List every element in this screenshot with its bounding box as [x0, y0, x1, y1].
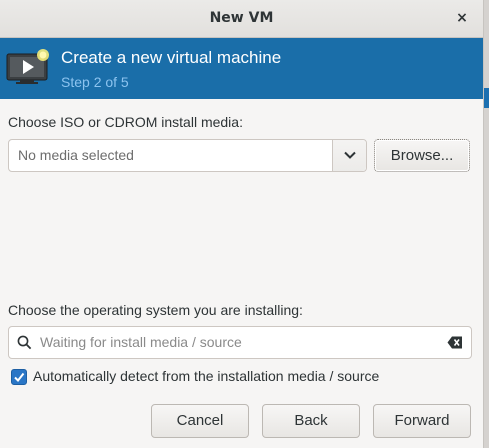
os-search-placeholder: Waiting for install media / source	[40, 334, 242, 350]
back-button[interactable]: Back	[262, 404, 360, 438]
vm-screen-icon	[6, 49, 49, 84]
chevron-down-icon	[344, 151, 356, 159]
close-icon[interactable]: ×	[451, 7, 473, 29]
wizard-heading: Create a new virtual machine	[61, 48, 282, 67]
wizard-step: Step 2 of 5	[61, 74, 129, 90]
browse-button[interactable]: Browse...	[374, 139, 470, 172]
titlebar: New VM ×	[0, 0, 483, 38]
os-search-input[interactable]: Waiting for install media / source	[8, 326, 472, 359]
auto-detect-checkbox[interactable]	[11, 369, 27, 385]
new-vm-dialog: New VM × Create a new virtual machine St…	[0, 0, 484, 448]
background-window-edge	[484, 0, 489, 448]
auto-detect-label[interactable]: Automatically detect from the installati…	[33, 368, 379, 384]
combo-dropdown-button[interactable]	[332, 140, 366, 171]
background-accent	[484, 88, 489, 108]
forward-button[interactable]: Forward	[373, 404, 471, 438]
install-media-label: Choose ISO or CDROM install media:	[8, 114, 243, 130]
os-label: Choose the operating system you are inst…	[8, 302, 303, 318]
checkmark-icon	[14, 372, 25, 383]
install-media-combo[interactable]: No media selected	[8, 139, 367, 172]
window-title: New VM	[209, 10, 274, 26]
cancel-button[interactable]: Cancel	[151, 404, 249, 438]
wizard-header: Create a new virtual machine Step 2 of 5	[0, 38, 483, 99]
install-media-value[interactable]: No media selected	[18, 147, 134, 163]
search-icon	[17, 335, 32, 350]
clear-icon[interactable]	[447, 336, 463, 349]
